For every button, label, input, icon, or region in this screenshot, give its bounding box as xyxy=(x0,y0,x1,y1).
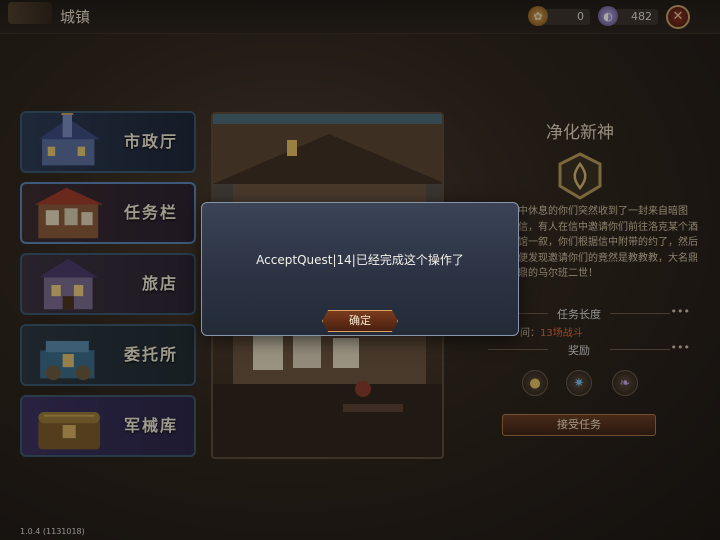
message-dialog: AcceptQuest|14|已经完成这个操作了 确定 xyxy=(201,202,519,336)
confirm-button[interactable]: 确定 xyxy=(322,310,398,332)
dialog-message: AcceptQuest|14|已经完成这个操作了 xyxy=(256,253,464,267)
